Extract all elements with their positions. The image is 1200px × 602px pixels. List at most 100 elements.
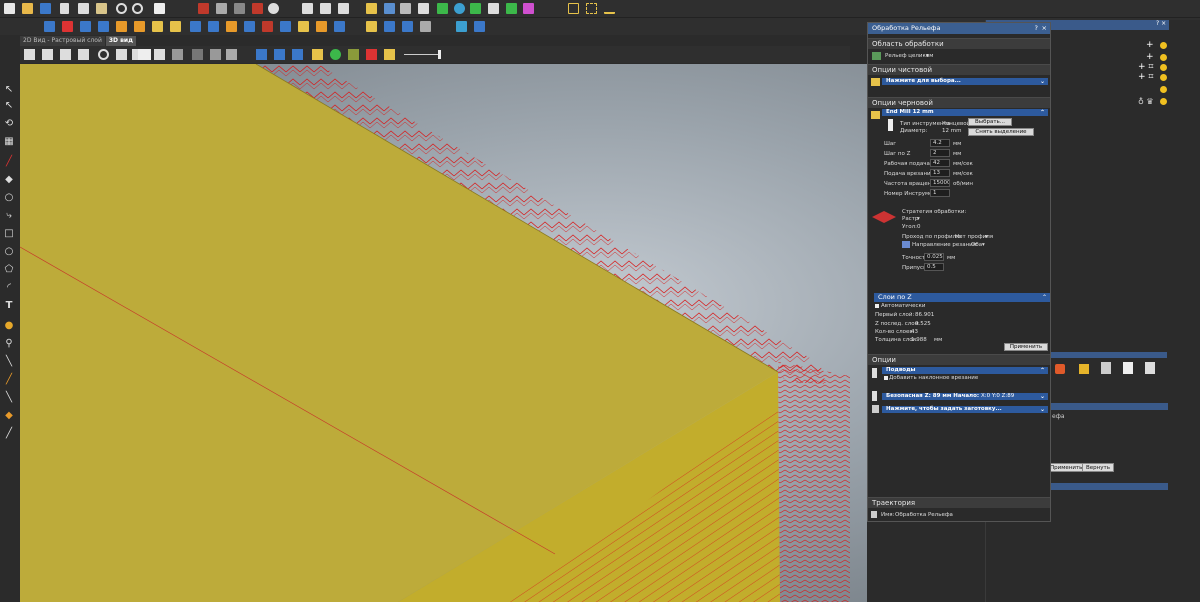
palette-icon[interactable] — [384, 49, 395, 60]
pan-icon[interactable] — [172, 49, 183, 60]
safe-z-bar[interactable]: Безопасная Z: 89 мм Начало: X:0 Y:0 Z:89… — [882, 393, 1048, 400]
param-input-feed[interactable]: 42 — [930, 159, 950, 167]
region-dropdown-icon[interactable]: ▾ — [926, 53, 929, 59]
text-tool-icon[interactable]: T — [4, 301, 14, 311]
ramp-checkbox[interactable] — [884, 376, 888, 380]
calculator-icon[interactable] — [1101, 362, 1111, 374]
stock-bar[interactable]: Нажмите, чтобы задать заготовку... ⌄ — [882, 406, 1048, 413]
folder-icon[interactable] — [871, 78, 880, 86]
trash-icon[interactable] — [871, 511, 877, 518]
chevron-up-icon[interactable]: ⌃ — [1042, 293, 1047, 302]
relief-yellow-view-icon[interactable] — [312, 49, 323, 60]
bulb-icon[interactable] — [1160, 74, 1167, 81]
tab-3d-view[interactable]: 3D вид — [105, 36, 136, 46]
relief-b8-icon[interactable] — [474, 21, 485, 32]
relief-select-icon[interactable] — [170, 21, 181, 32]
align-icon[interactable] — [198, 3, 209, 14]
eraser-icon[interactable]: ◆ — [4, 175, 14, 185]
strategy-value[interactable]: Растр — [902, 216, 918, 222]
chevron-down-icon[interactable]: ⌄ — [1040, 393, 1045, 400]
relief-orange-icon[interactable] — [116, 21, 127, 32]
relief-b6-icon[interactable] — [384, 21, 395, 32]
relief-o1-icon[interactable] — [226, 21, 237, 32]
angle-value[interactable]: 0 — [917, 224, 921, 230]
cube-left-icon[interactable] — [60, 49, 71, 60]
open-folder-icon[interactable] — [22, 3, 33, 14]
copy-icon[interactable] — [78, 3, 89, 14]
rotate-icon[interactable] — [268, 3, 279, 14]
node-edit-icon[interactable] — [302, 3, 313, 14]
material-olive-icon[interactable] — [348, 49, 359, 60]
leadin-bar[interactable]: Подводы ⌃ — [882, 367, 1048, 374]
lasso-icon[interactable]: ○ — [4, 193, 14, 203]
strategy-dropdown-icon[interactable]: ▾ — [917, 216, 920, 222]
shading-icon[interactable] — [210, 49, 221, 60]
pencil-icon[interactable] — [1079, 364, 1089, 374]
relief-g1-icon[interactable] — [420, 21, 431, 32]
fit-view-icon[interactable] — [116, 49, 127, 60]
chevron-down-icon[interactable]: ⌄ — [1040, 78, 1045, 85]
relief-b7-icon[interactable] — [402, 21, 413, 32]
cube-front-icon[interactable] — [42, 49, 53, 60]
param-input-zstep[interactable]: 2 — [930, 149, 950, 157]
zoom-icon[interactable] — [98, 49, 109, 60]
ellipse-icon[interactable]: ○ — [4, 247, 14, 257]
param-input-step[interactable]: 4.2 — [930, 139, 950, 147]
wrench-icon[interactable] — [1055, 364, 1065, 374]
relief-b3-icon[interactable] — [244, 21, 255, 32]
relief-red-icon[interactable] — [62, 21, 73, 32]
zoom-window-icon[interactable] — [366, 3, 377, 14]
new-file-icon[interactable] — [4, 3, 15, 14]
bulb-icon[interactable] — [1160, 64, 1167, 71]
relief-bucket-icon[interactable] — [456, 21, 467, 32]
toolpath-icon[interactable] — [454, 3, 465, 14]
add-icon[interactable] — [437, 3, 448, 14]
light-icon[interactable] — [192, 49, 203, 60]
allowance-input[interactable]: 0.5 — [924, 263, 944, 271]
relief-blue3-view-icon[interactable] — [292, 49, 303, 60]
relief-yellow-icon[interactable] — [152, 21, 163, 32]
relief-b1-icon[interactable] — [190, 21, 201, 32]
curve-icon[interactable] — [604, 3, 615, 14]
dropper-icon[interactable]: ⚲ — [4, 339, 14, 349]
dock-close-icon[interactable]: ? × — [1156, 20, 1166, 27]
sculpt-icon[interactable] — [418, 3, 429, 14]
close-icon[interactable]: × — [1042, 23, 1047, 34]
axes-icon[interactable] — [154, 49, 165, 60]
chevron-down-icon[interactable]: ⌄ — [1040, 406, 1045, 413]
arc-icon[interactable]: ◜ — [4, 283, 14, 293]
sheet-icon[interactable] — [1123, 362, 1133, 374]
chevron-up-icon[interactable]: ⌃ — [1040, 367, 1045, 374]
select-tool-button[interactable]: Выбрать... — [968, 118, 1012, 126]
relief-flag-icon[interactable] — [262, 21, 273, 32]
cube-right-icon[interactable] — [78, 49, 89, 60]
plus-icon[interactable]: + ⌗ — [1138, 72, 1153, 82]
direction-value[interactable]: Оба — [971, 242, 982, 248]
bulb-icon[interactable] — [1160, 98, 1167, 105]
material-multi-icon[interactable] — [366, 49, 377, 60]
profile-dropdown-icon[interactable]: ▾ — [985, 234, 988, 240]
auto-checkbox[interactable] — [875, 304, 879, 308]
folder-icon[interactable] — [871, 111, 880, 119]
layers-icon[interactable] — [234, 3, 245, 14]
toolpath-name-value[interactable]: Обработка Рельефа — [895, 512, 953, 518]
relief-b2-icon[interactable] — [208, 21, 219, 32]
crop-icon[interactable] — [506, 3, 517, 14]
finish-tool-bar[interactable]: Нажмите для выбора... ⌄ — [882, 78, 1048, 85]
grid-icon[interactable] — [216, 3, 227, 14]
plus-icon[interactable]: + — [1146, 40, 1154, 50]
3d-viewport[interactable] — [20, 64, 867, 602]
play-icon[interactable] — [1145, 362, 1155, 374]
pencil-red-icon[interactable]: ╱ — [4, 157, 14, 167]
mirror-icon[interactable] — [338, 3, 349, 14]
brush-icon[interactable]: ╲ — [4, 357, 14, 367]
knife-icon[interactable]: ╱ — [4, 429, 14, 439]
polygon-icon[interactable]: ⬠ — [4, 265, 14, 275]
bucket-icon[interactable] — [470, 3, 481, 14]
param-input-plunge[interactable]: 13 — [930, 169, 950, 177]
polyline-icon[interactable]: ⤷ — [4, 211, 14, 221]
transform-icon[interactable] — [320, 3, 331, 14]
light-slider-thumb[interactable] — [438, 50, 441, 59]
relief-b5-icon[interactable] — [334, 21, 345, 32]
relief-blue3-icon[interactable] — [98, 21, 109, 32]
